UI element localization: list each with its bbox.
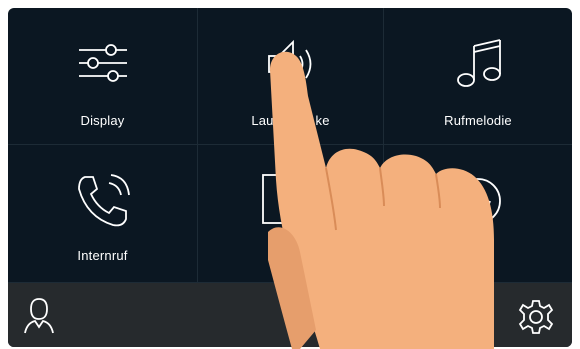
tile-image-memory[interactable]: Be	[198, 145, 384, 283]
menu-grid: Display Lau ke Rufmelodie Internruf Be g…	[8, 8, 572, 283]
tile-intercom-call[interactable]: Internruf	[8, 145, 198, 283]
image-memory-icon	[261, 173, 321, 229]
tile-ringtone[interactable]: Rufmelodie	[384, 8, 572, 145]
speaker-volume-icon	[261, 36, 321, 92]
bottom-bar	[8, 283, 572, 347]
tile-image-memory-label: Be	[282, 248, 299, 263]
tile-settings[interactable]: gen	[384, 145, 572, 283]
phone-ringing-icon	[73, 173, 133, 229]
gear-settings-icon[interactable]	[518, 299, 554, 335]
tile-ringtone-label: Rufmelodie	[444, 113, 512, 128]
sliders-icon	[73, 36, 133, 92]
user-profile-icon[interactable]	[24, 297, 54, 335]
music-note-icon	[448, 36, 508, 92]
tile-settings-label: gen	[466, 248, 490, 263]
tile-intercom-call-label: Internruf	[77, 248, 128, 263]
intercom-screen: Display Lau ke Rufmelodie Internruf Be g…	[8, 8, 572, 347]
tile-volume-label: Lau ke	[251, 113, 330, 128]
tile-display[interactable]: Display	[8, 8, 198, 145]
tile-display-label: Display	[80, 113, 125, 128]
hand-icon	[448, 173, 508, 229]
tile-volume[interactable]: Lau ke	[198, 8, 384, 145]
